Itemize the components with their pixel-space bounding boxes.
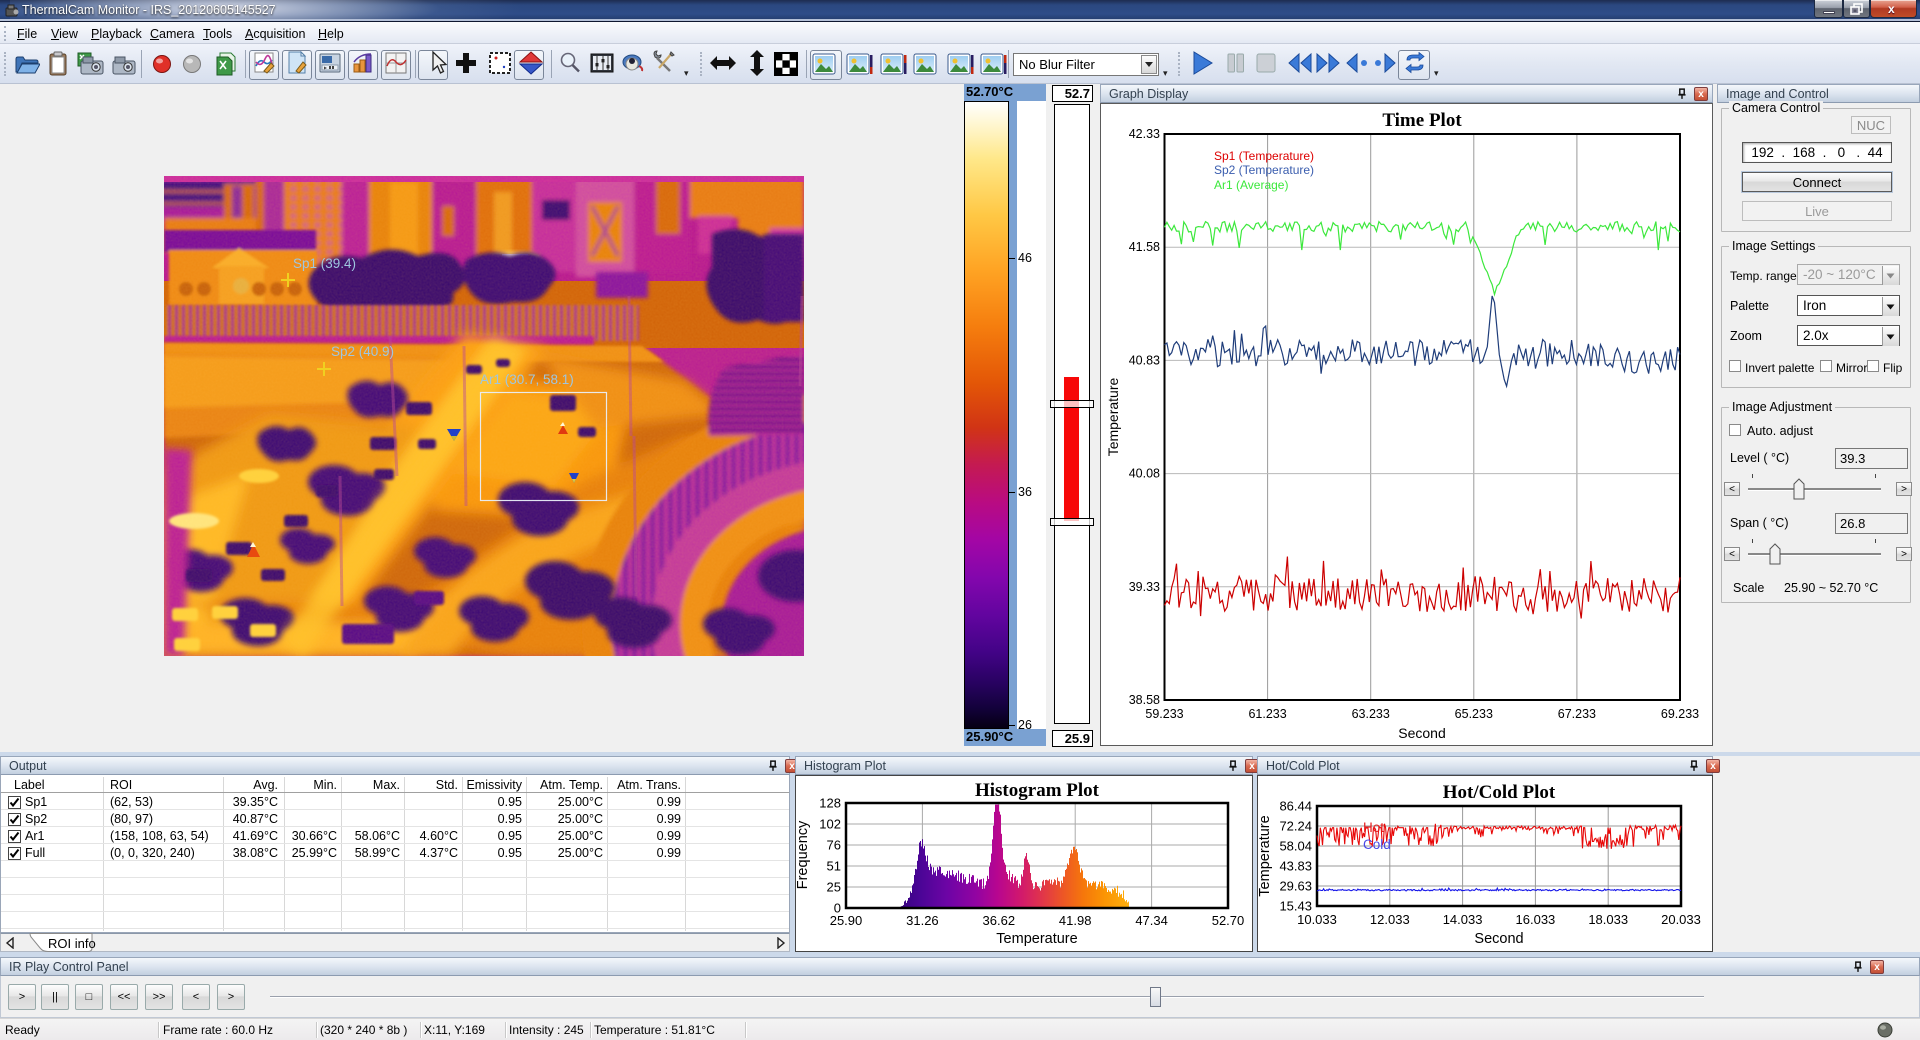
svg-text:Frequency: Frequency (795, 820, 811, 889)
svg-text:Second: Second (1474, 931, 1523, 947)
svg-text:40.83: 40.83 (1129, 353, 1160, 367)
svg-text:Time Plot: Time Plot (1382, 110, 1462, 131)
svg-text:41.58: 41.58 (1129, 240, 1160, 254)
svg-text:Histogram Plot: Histogram Plot (975, 780, 1100, 801)
svg-text:39.33: 39.33 (1129, 580, 1160, 594)
svg-text:16.033: 16.033 (1516, 912, 1556, 927)
svg-text:Sp1 (Temperature): Sp1 (Temperature) (1214, 149, 1314, 163)
svg-text:Ar1 (Average): Ar1 (Average) (1214, 178, 1288, 192)
svg-text:25.90: 25.90 (830, 913, 863, 928)
svg-text:Temperature: Temperature (996, 931, 1077, 947)
svg-text:10.033: 10.033 (1297, 912, 1337, 927)
svg-text:Hot: Hot (1363, 820, 1384, 835)
svg-text:25: 25 (827, 880, 841, 895)
svg-text:47.34: 47.34 (1135, 913, 1168, 928)
svg-text:Sp2 (Temperature): Sp2 (Temperature) (1214, 163, 1314, 177)
svg-text:38.58: 38.58 (1129, 693, 1160, 707)
svg-text:Cold: Cold (1363, 837, 1391, 852)
svg-text:51: 51 (827, 859, 841, 874)
svg-text:61.233: 61.233 (1248, 707, 1286, 721)
svg-text:72.24: 72.24 (1279, 819, 1312, 834)
svg-text:58.04: 58.04 (1279, 839, 1312, 854)
svg-text:69.233: 69.233 (1661, 707, 1699, 721)
svg-text:20.033: 20.033 (1661, 912, 1701, 927)
svg-text:52.70: 52.70 (1212, 913, 1245, 928)
svg-text:76: 76 (827, 838, 841, 853)
svg-text:Sp1 (39.4): Sp1 (39.4) (293, 256, 356, 271)
svg-text:40.08: 40.08 (1129, 467, 1160, 481)
svg-text:41.98: 41.98 (1059, 913, 1092, 928)
svg-text:18.033: 18.033 (1588, 912, 1628, 927)
svg-text:Sp2 (40.9): Sp2 (40.9) (331, 344, 394, 359)
svg-text:102: 102 (819, 817, 841, 832)
svg-text:42.33: 42.33 (1129, 127, 1160, 141)
svg-text:86.44: 86.44 (1279, 799, 1312, 814)
svg-text:128: 128 (819, 796, 841, 811)
svg-text:31.26: 31.26 (906, 913, 939, 928)
svg-text:14.033: 14.033 (1443, 912, 1483, 927)
svg-text:Second: Second (1398, 725, 1445, 741)
svg-text:63.233: 63.233 (1352, 707, 1390, 721)
svg-text:Hot/Cold Plot: Hot/Cold Plot (1443, 782, 1556, 803)
svg-text:Ar1 (30.7, 58.1): Ar1 (30.7, 58.1) (480, 372, 574, 387)
svg-text:65.233: 65.233 (1455, 707, 1493, 721)
svg-text:12.033: 12.033 (1370, 912, 1410, 927)
svg-text:43.83: 43.83 (1279, 859, 1312, 874)
svg-text:36.62: 36.62 (983, 913, 1016, 928)
svg-text:Temperature: Temperature (1105, 377, 1121, 456)
svg-text:59.233: 59.233 (1145, 707, 1183, 721)
svg-text:67.233: 67.233 (1558, 707, 1596, 721)
svg-text:Temperature: Temperature (1257, 815, 1273, 896)
svg-text:29.63: 29.63 (1279, 879, 1312, 894)
